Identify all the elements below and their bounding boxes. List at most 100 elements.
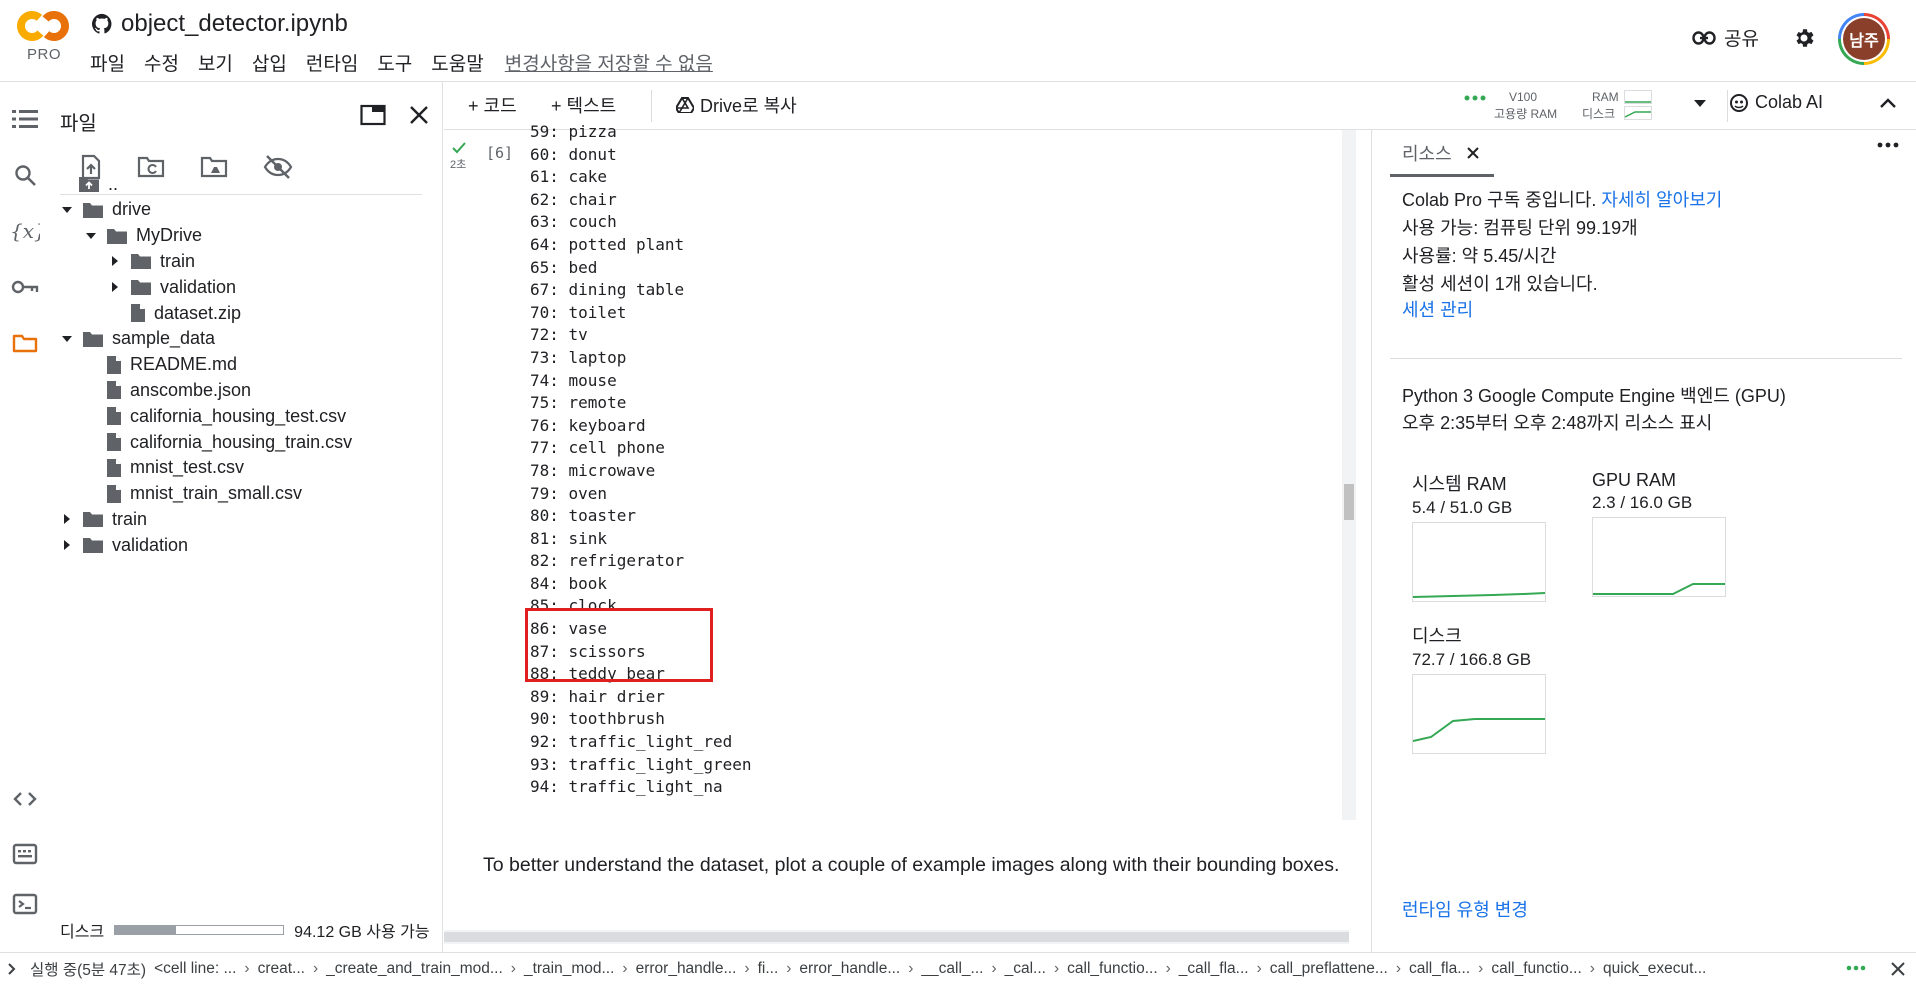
output-line: 78: microwave (530, 460, 656, 480)
gear-icon[interactable] (1792, 26, 1816, 50)
output-scrollbar[interactable] (1342, 130, 1356, 820)
caret-down-icon[interactable] (60, 335, 74, 342)
stack-frame[interactable]: call_fla... (1409, 960, 1470, 978)
table-of-contents-icon[interactable] (10, 104, 40, 134)
close-icon[interactable] (408, 104, 430, 126)
file-item[interactable]: mnist_train_small.csv (84, 481, 302, 507)
file-item[interactable]: california_housing_test.csv (84, 403, 346, 429)
avatar[interactable]: 남주 (1838, 13, 1890, 65)
item-label: mnist_test.csv (130, 457, 245, 478)
menu-tools[interactable]: 도구 (377, 49, 412, 76)
colab-logo[interactable]: PRO (14, 8, 72, 66)
share-button[interactable]: 공유 (1692, 24, 1759, 51)
folder-item[interactable]: validation (108, 274, 236, 300)
stack-frame[interactable]: error_handle... (799, 960, 900, 978)
stack-frame[interactable]: _cal... (1005, 960, 1046, 978)
resources-panel: 리소스 Colab Pro 구독 중입니다. 자세히 알아보기 사용 가능: 컴… (1371, 130, 1916, 952)
folder-item[interactable]: MyDrive (84, 223, 202, 249)
folder-item[interactable]: drive (60, 197, 151, 223)
key-icon[interactable] (10, 272, 40, 302)
refresh-folder-icon[interactable] (137, 154, 167, 180)
colab-ai-button[interactable]: Colab AI (1729, 92, 1823, 113)
horizontal-scrollbar[interactable] (444, 930, 1349, 944)
folder-item[interactable]: train (60, 506, 147, 532)
output-line: 76: keyboard (530, 415, 646, 435)
scrollbar-thumb[interactable] (1344, 484, 1354, 520)
menu-insert[interactable]: 삽입 (252, 49, 287, 76)
folder-icon[interactable] (10, 328, 40, 358)
change-runtime-link[interactable]: 런타임 유형 변경 (1402, 896, 1528, 922)
caret-right-icon[interactable] (60, 514, 74, 525)
stack-frame[interactable]: _train_mod... (524, 960, 614, 978)
mount-drive-icon[interactable] (200, 154, 230, 180)
caret-right-icon[interactable] (108, 282, 122, 293)
output-line: 59: pizza (530, 122, 617, 141)
output-line: 65: bed (530, 257, 598, 277)
chevron-right-icon[interactable] (8, 963, 16, 975)
stack-frame[interactable]: creat... (258, 960, 305, 978)
hidden-files-icon[interactable] (263, 154, 293, 180)
caret-right-icon[interactable] (108, 256, 122, 267)
more-options-icon[interactable] (1877, 142, 1899, 148)
stack-frame[interactable]: <cell line: ... (154, 960, 236, 978)
file-item[interactable]: mnist_test.csv (84, 455, 244, 481)
stack-frame[interactable]: _create_and_train_mod... (326, 960, 503, 978)
stack-frame[interactable]: call_functio... (1067, 960, 1157, 978)
caret-down-icon[interactable] (60, 206, 74, 213)
learn-more-link[interactable]: 자세히 알아보기 (1601, 190, 1722, 210)
menu-view[interactable]: 보기 (198, 49, 233, 76)
command-palette-icon[interactable] (10, 839, 40, 869)
caret-right-icon[interactable] (60, 540, 74, 551)
add-code-button[interactable]: + 코드 (468, 92, 517, 118)
manage-sessions-link[interactable]: 세션 관리 (1402, 296, 1473, 322)
tab-resources-label: 리소스 (1402, 144, 1452, 164)
running-dots-icon (1846, 964, 1866, 972)
stack-frame[interactable]: __call_... (921, 960, 983, 978)
stack-frame[interactable]: quick_execut... (1603, 960, 1706, 978)
file-item[interactable]: dataset.zip (108, 300, 241, 326)
folder-item[interactable]: sample_data (60, 326, 215, 352)
scrollbar-thumb[interactable] (444, 932, 1349, 942)
tab-resources[interactable]: 리소스 (1402, 140, 1480, 166)
file-item[interactable]: california_housing_train.csv (84, 429, 352, 455)
parent-folder-item[interactable]: .. (78, 171, 118, 197)
terminal-icon[interactable] (10, 889, 40, 919)
stack-frame[interactable]: _call_fla... (1179, 960, 1249, 978)
notebook-title[interactable]: object_detector.ipynb (121, 10, 348, 38)
menu-file[interactable]: 파일 (90, 49, 125, 76)
open-in-window-icon[interactable] (360, 104, 386, 126)
folder-item[interactable]: train (108, 248, 195, 274)
close-icon[interactable] (1890, 961, 1906, 977)
menu-edit[interactable]: 수정 (144, 49, 179, 76)
chevron-down-icon[interactable] (1694, 100, 1706, 108)
stack-frame[interactable]: fi... (758, 960, 779, 978)
folder-item[interactable]: validation (60, 532, 188, 558)
search-icon[interactable] (10, 160, 40, 190)
copy-to-drive-button[interactable]: Drive로 복사 (676, 92, 797, 118)
menu-runtime[interactable]: 런타임 (306, 49, 358, 76)
output-line: 81: sink (530, 528, 608, 548)
time-range: 오후 2:35부터 오후 2:48까지 리소스 표시 (1402, 413, 1713, 433)
output-line: 94: traffic_light_na (530, 777, 723, 797)
stack-frame[interactable]: call_functio... (1491, 960, 1581, 978)
variables-icon[interactable]: {x} (10, 216, 40, 246)
chevron-up-icon[interactable] (1880, 98, 1896, 108)
caret-down-icon[interactable] (84, 232, 98, 239)
stack-frame[interactable]: call_preflattene... (1270, 960, 1388, 978)
resource-indicator[interactable]: V100 고용량 RAM RAM 디스크 (1464, 88, 1714, 124)
stack-frame[interactable]: error_handle... (636, 960, 737, 978)
colab-ai-label: Colab AI (1755, 92, 1824, 112)
file-item[interactable]: README.md (84, 352, 237, 378)
file-item[interactable]: anscombe.json (84, 377, 251, 403)
close-icon[interactable] (1466, 146, 1480, 160)
code-snippets-icon[interactable] (10, 784, 40, 814)
chevron-right-icon: › (1165, 960, 1171, 977)
exec-count[interactable]: [6] (486, 144, 513, 162)
output-line: 89: hair drier (530, 686, 665, 706)
gauge-name: 시스템 RAM (1412, 474, 1507, 494)
menu-help[interactable]: 도움말 (431, 49, 483, 76)
cell-gutter: 2초 [6] (444, 130, 528, 820)
text-cell[interactable]: To better understand the dataset, plot a… (483, 848, 1353, 882)
unsaved-notice[interactable]: 변경사항을 저장할 수 없음 (505, 49, 713, 76)
add-text-button[interactable]: + 텍스트 (551, 92, 616, 118)
